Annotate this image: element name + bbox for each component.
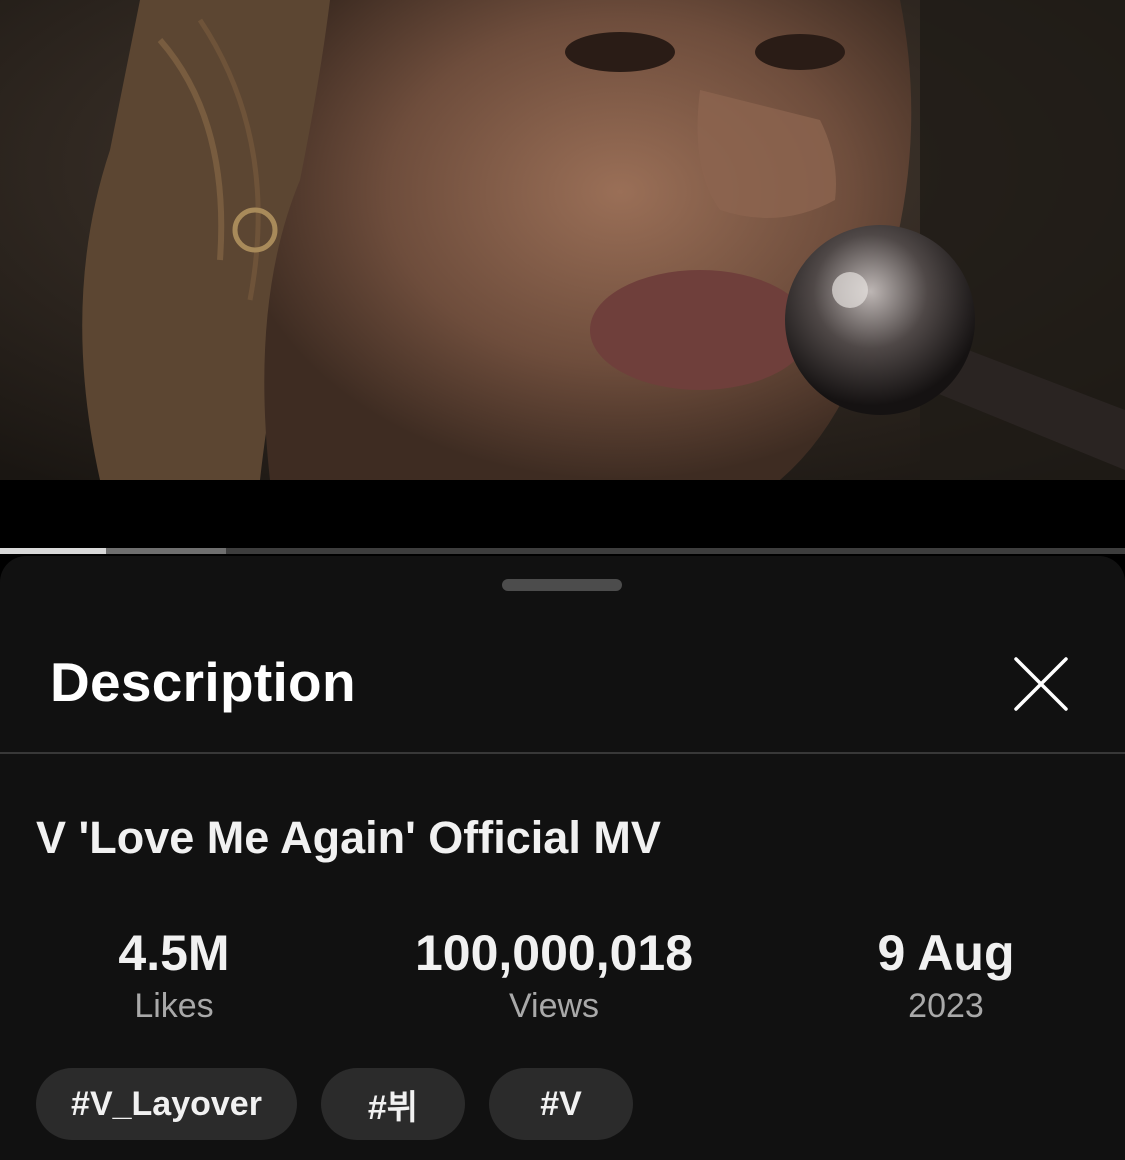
- playback-progress-bar[interactable]: [0, 548, 1125, 554]
- close-icon: [1014, 657, 1068, 711]
- video-player[interactable]: [0, 0, 1125, 480]
- hashtag-chip-v[interactable]: #V: [489, 1068, 633, 1140]
- upload-year: 2023: [908, 987, 984, 1025]
- views-label: Views: [508, 987, 600, 1025]
- drag-handle[interactable]: [502, 579, 622, 591]
- video-frame: [0, 0, 1125, 480]
- upload-date-stat: 9 Aug 2023: [766, 926, 1125, 1028]
- likes-count: 4.5M: [118, 925, 230, 981]
- views-stat: 100,000,018 Views: [374, 926, 734, 1028]
- views-count: 100,000,018: [414, 925, 694, 981]
- likes-stat: 4.5M Likes: [0, 926, 354, 1028]
- player-letterbox: [0, 480, 1125, 548]
- hashtag-chip-v-layover[interactable]: #V_Layover: [36, 1068, 297, 1140]
- played-range: [0, 548, 106, 554]
- upload-date: 9 Aug: [877, 925, 1015, 981]
- hashtag-chip-v-korean[interactable]: #뷔: [321, 1068, 465, 1140]
- description-sheet: Description V 'Love Me Again' Official M…: [0, 556, 1125, 1160]
- video-title: V 'Love Me Again' Official MV: [36, 812, 661, 863]
- close-button[interactable]: [1008, 651, 1072, 715]
- header-divider: [0, 752, 1125, 754]
- sheet-title: Description: [50, 651, 356, 713]
- likes-label: Likes: [134, 987, 214, 1025]
